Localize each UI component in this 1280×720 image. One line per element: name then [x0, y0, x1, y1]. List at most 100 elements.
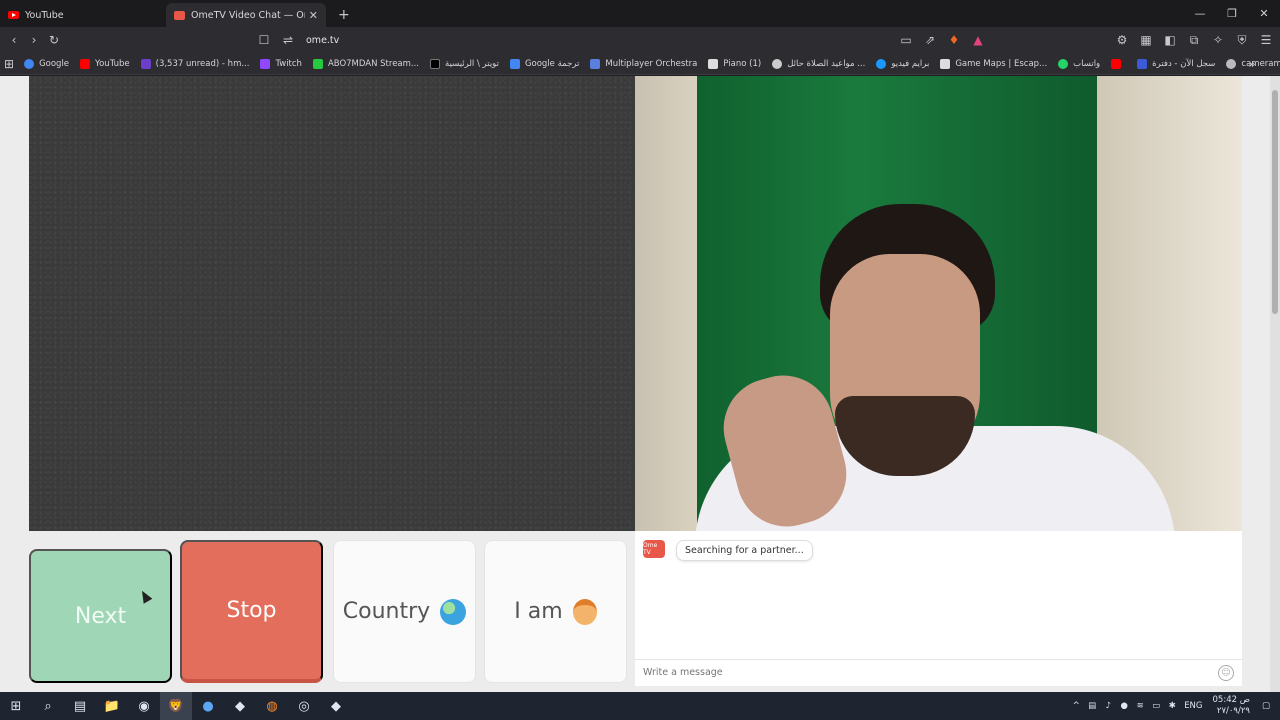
menu-icon[interactable]: ☰ — [1256, 30, 1276, 50]
tab-close-icon[interactable]: ✕ — [309, 9, 318, 22]
daftra-icon — [1137, 58, 1148, 69]
bookmark-piano[interactable]: Piano (1) — [708, 58, 761, 69]
display-icon[interactable]: ▭ — [1148, 701, 1164, 711]
bookmark-icon[interactable]: ☐ — [254, 30, 274, 50]
bookmark-youtube[interactable]: YouTube — [80, 58, 130, 69]
bookmark-prime[interactable]: برايم فيديو — [876, 58, 929, 69]
network-icon[interactable]: ▤ — [1084, 701, 1100, 711]
window-controls: — ❐ ✕ — [1184, 0, 1280, 27]
translate-icon — [509, 58, 520, 69]
app-icon[interactable]: ● — [192, 692, 224, 720]
taskbar: ⊞ ⌕ ▤ 📁 ◉ 🦁 ● ◆ ◍ ◎ ◆ ^ ▤ ♪ ● ≋ ▭ ✱ ENG … — [0, 692, 1280, 720]
ometv-logo-icon: Ome TV — [643, 540, 665, 558]
steam-icon-2[interactable]: ◆ — [320, 692, 352, 720]
minimize-icon[interactable]: — — [1184, 0, 1216, 27]
wifi-icon[interactable]: ≋ — [1132, 701, 1148, 711]
extensions-icon[interactable]: ⚙ — [1112, 30, 1132, 50]
restore-icon[interactable]: ❐ — [1216, 0, 1248, 27]
apps-grid-icon[interactable]: ⊞ — [4, 54, 14, 74]
share-icon[interactable]: ⇗ — [920, 30, 940, 50]
brave-icon[interactable]: 🦁 — [160, 692, 192, 720]
kick-icon — [312, 58, 323, 69]
google-icon — [24, 58, 35, 69]
bookmark-google[interactable]: Google — [24, 58, 69, 69]
file-explorer-icon[interactable]: 📁 — [96, 692, 128, 720]
leo-ai-icon[interactable]: ✧ — [1208, 30, 1228, 50]
next-label: Next — [74, 603, 127, 629]
bookmark-orchestra[interactable]: Multiplayer Orchestra — [590, 58, 697, 69]
prime-video-icon — [876, 58, 887, 69]
youtube-icon — [1111, 58, 1122, 69]
country-label: Country — [342, 599, 431, 624]
close-window-icon[interactable]: ✕ — [1248, 0, 1280, 27]
ometv-page: Next Stop Country I am Ome TV Searching … — [0, 76, 1280, 692]
mail-icon — [140, 58, 151, 69]
reload-icon[interactable]: ↻ — [44, 30, 64, 50]
message-input[interactable] — [643, 667, 1203, 678]
bookmark-twitch[interactable]: Twitch — [260, 58, 302, 69]
chevron-up-icon[interactable]: ^ — [1068, 701, 1084, 711]
stop-button[interactable]: Stop — [180, 540, 323, 683]
tab-youtube[interactable]: YouTube — [0, 3, 166, 27]
twitch-icon — [260, 58, 271, 69]
firefox-icon[interactable]: ◍ — [256, 692, 288, 720]
scrollbar-thumb[interactable] — [1272, 90, 1278, 314]
bookmark-gamemaps[interactable]: Game Maps | Escap... — [940, 58, 1047, 69]
bookmark-translate[interactable]: Google ترجمة — [509, 58, 579, 69]
toolbar-right-icons: ▭ ⇗ ♦ ▲ ⚙ ▦ ◧ ⧉ ✧ ⛨ ☰ — [896, 30, 1276, 50]
bookmark-whatsapp[interactable]: واتساب — [1058, 58, 1100, 69]
screen-icon[interactable]: ▭ — [896, 30, 916, 50]
bookmarks-overflow-icon[interactable]: » — [1242, 54, 1262, 74]
start-icon[interactable]: ⊞ — [0, 692, 32, 720]
back-icon[interactable]: ‹ — [4, 30, 24, 50]
brave-shield-icon[interactable]: ♦ — [944, 30, 964, 50]
country-button[interactable]: Country — [333, 540, 476, 683]
address-bar[interactable]: ⇌ ome.tv — [278, 30, 998, 50]
forward-icon[interactable]: › — [24, 30, 44, 50]
orchestra-icon — [590, 58, 601, 69]
bookmark-youtube-2[interactable] — [1111, 58, 1126, 69]
obs-icon[interactable]: ◎ — [288, 692, 320, 720]
youtube-icon — [8, 10, 19, 21]
bookmark-x[interactable]: تويتر \ الرئيسية — [430, 58, 499, 69]
self-video — [635, 76, 1242, 531]
bookmark-prayer[interactable]: مواعيد الصلاة حائل ... — [772, 58, 865, 69]
page-scrollbar[interactable] — [1270, 76, 1280, 692]
whatsapp-icon — [1058, 58, 1069, 69]
tab-search-icon[interactable]: ▦ — [1136, 30, 1156, 50]
search-icon[interactable]: ⌕ — [32, 692, 64, 720]
sidebar-icon[interactable]: ◧ — [1160, 30, 1180, 50]
browser-toolbar: ‹ › ↻ ☐ ⇌ ome.tv ▭ ⇗ ♦ ▲ ⚙ ▦ ◧ ⧉ ✧ ⛨ ☰ — [0, 27, 1280, 53]
notification-icon[interactable]: ▢ — [1258, 701, 1274, 711]
clock[interactable]: 05:42 ص ٢٧/٠٩/٢٩ — [1213, 695, 1250, 717]
next-button[interactable]: Next — [29, 549, 172, 683]
piano-icon — [708, 58, 719, 69]
bookmark-daftra[interactable]: سجل الآن - دفترة — [1137, 58, 1215, 69]
mic-icon[interactable]: ● — [1116, 701, 1132, 711]
site-info-icon[interactable]: ⇌ — [278, 30, 298, 50]
emoji-picker-icon[interactable]: ☺ — [1218, 665, 1234, 681]
tab-strip: YouTube OmeTV Video Chat — Omeg ✕ + — ❐ … — [0, 0, 1280, 27]
language-indicator[interactable]: ENG — [1184, 701, 1202, 711]
gender-button[interactable]: I am — [484, 540, 627, 683]
boy-face-icon — [572, 598, 597, 625]
clock-time: 05:42 ص — [1212, 695, 1250, 705]
globe-icon — [772, 58, 783, 69]
vpn-icon[interactable]: ⛨ — [1232, 30, 1252, 50]
ometv-icon — [174, 10, 185, 21]
wallet-icon[interactable]: ⧉ — [1184, 30, 1204, 50]
volume-icon[interactable]: ♪ — [1100, 701, 1116, 711]
tab-ometv[interactable]: OmeTV Video Chat — Omeg ✕ — [166, 3, 326, 27]
globe-icon — [440, 598, 467, 625]
bookmark-mail[interactable]: (3,537 unread) - hm... — [140, 58, 249, 69]
gamepad-icon — [940, 58, 951, 69]
brave-rewards-icon[interactable]: ▲ — [968, 30, 988, 50]
task-view-icon[interactable]: ▤ — [64, 692, 96, 720]
bookmarks-bar: ⊞ Google YouTube (3,537 unread) - hm... … — [0, 53, 1280, 75]
steam-icon[interactable]: ◆ — [224, 692, 256, 720]
bookmark-kick[interactable]: ABO7MDAN Stream... — [312, 58, 419, 69]
new-tab-icon[interactable]: + — [338, 3, 350, 27]
bluetooth-icon[interactable]: ✱ — [1164, 701, 1180, 711]
chrome-icon[interactable]: ◉ — [128, 692, 160, 720]
system-tray: ^ ▤ ♪ ● ≋ ▭ ✱ ENG 05:42 ص ٢٧/٠٩/٢٩ ▢ — [1068, 692, 1280, 720]
